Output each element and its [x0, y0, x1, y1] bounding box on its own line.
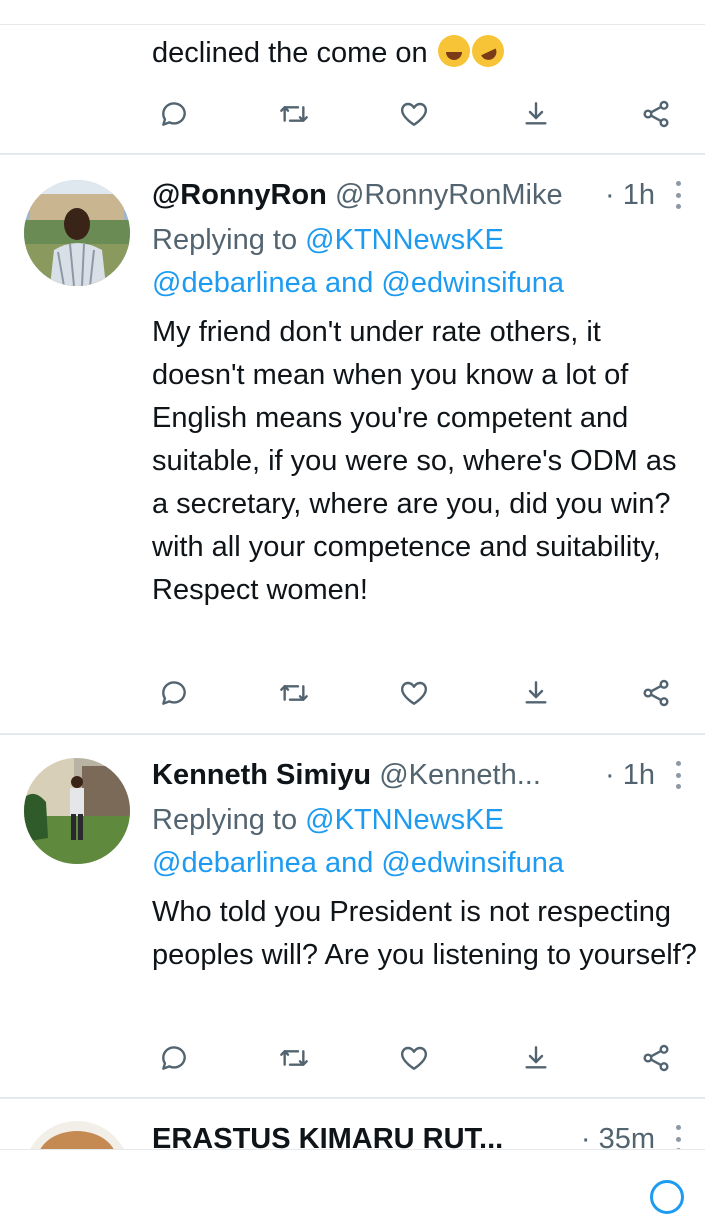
bottom-bar: [0, 1149, 705, 1214]
mention-link[interactable]: @KTNNewsKE: [305, 224, 504, 256]
tweet-actions: [152, 673, 682, 713]
mention-link[interactable]: @KTNNewsKE: [305, 804, 504, 836]
like-icon[interactable]: [394, 1038, 434, 1078]
rolling-on-the-floor-laughing-icon: [466, 29, 510, 73]
tweet-text: declined the come on: [152, 29, 697, 75]
tweet-erastus[interactable]: ERASTUS KIMARU RUT... · 35m: [0, 1099, 705, 1149]
face-with-tears-of-joy-icon: [437, 35, 470, 67]
tweet-partial-top[interactable]: declined the come on: [0, 0, 705, 152]
share-icon[interactable]: [516, 673, 556, 713]
timestamp: · 1h: [605, 759, 655, 791]
mention-link[interactable]: @debarlinea: [152, 267, 317, 299]
share-icon[interactable]: [516, 1038, 556, 1078]
more-options-icon[interactable]: [671, 761, 685, 789]
reply-icon[interactable]: [154, 1038, 194, 1078]
tweet-text: Who told you President is not respecting…: [152, 896, 697, 971]
analytics-icon[interactable]: [636, 673, 676, 713]
tweet-kenneth-simiyu[interactable]: Kenneth Simiyu @Kenneth... · 1h Replying…: [0, 735, 705, 1095]
replying-to: Replying to @KTNNewsKE: [152, 804, 504, 836]
handle[interactable]: @Kenneth...: [379, 759, 541, 791]
tweet-actions: [152, 94, 682, 134]
retweet-icon[interactable]: [274, 94, 314, 134]
handle[interactable]: @RonnyRonMike: [335, 179, 563, 211]
tweet-ronnyron[interactable]: @RonnyRon @RonnyRonMike · 1h Replying to…: [0, 155, 705, 733]
timestamp: · 35m: [580, 1123, 655, 1149]
like-icon[interactable]: [394, 94, 434, 134]
analytics-icon[interactable]: [636, 94, 676, 134]
avatar[interactable]: [24, 180, 130, 286]
replying-to: Replying to @KTNNewsKE: [152, 224, 504, 256]
retweet-icon[interactable]: [274, 1038, 314, 1078]
reply-icon[interactable]: [154, 94, 194, 134]
tweet-text: My friend don't under rate others, it do…: [152, 316, 677, 606]
tweet-header: @RonnyRon @RonnyRonMike · 1h: [152, 175, 685, 215]
display-name[interactable]: Kenneth Simiyu: [152, 759, 371, 791]
replying-to-2: @debarlinea and @edwinsifuna: [152, 267, 565, 299]
reply-icon[interactable]: [154, 673, 194, 713]
avatar[interactable]: [24, 1121, 130, 1149]
mention-link[interactable]: @debarlinea: [152, 847, 317, 879]
share-icon[interactable]: [516, 94, 556, 134]
replying-to-2: @debarlinea and @edwinsifuna: [152, 847, 565, 879]
like-icon[interactable]: [394, 673, 434, 713]
display-name[interactable]: @RonnyRon: [152, 179, 327, 211]
retweet-icon[interactable]: [274, 673, 314, 713]
mention-link[interactable]: @edwinsifuna: [381, 267, 564, 299]
display-name[interactable]: ERASTUS KIMARU RUT...: [152, 1123, 503, 1149]
more-options-icon[interactable]: [671, 1125, 685, 1149]
analytics-icon[interactable]: [636, 1038, 676, 1078]
more-options-icon[interactable]: [671, 181, 685, 209]
mention-link[interactable]: @edwinsifuna: [381, 847, 564, 879]
avatar[interactable]: [24, 758, 130, 864]
timestamp: · 1h: [605, 179, 655, 211]
tweet-actions: [152, 1038, 682, 1078]
compose-icon[interactable]: [650, 1180, 684, 1214]
tweet-header: ERASTUS KIMARU RUT... · 35m: [152, 1119, 685, 1149]
tweet-header: Kenneth Simiyu @Kenneth... · 1h: [152, 755, 685, 795]
